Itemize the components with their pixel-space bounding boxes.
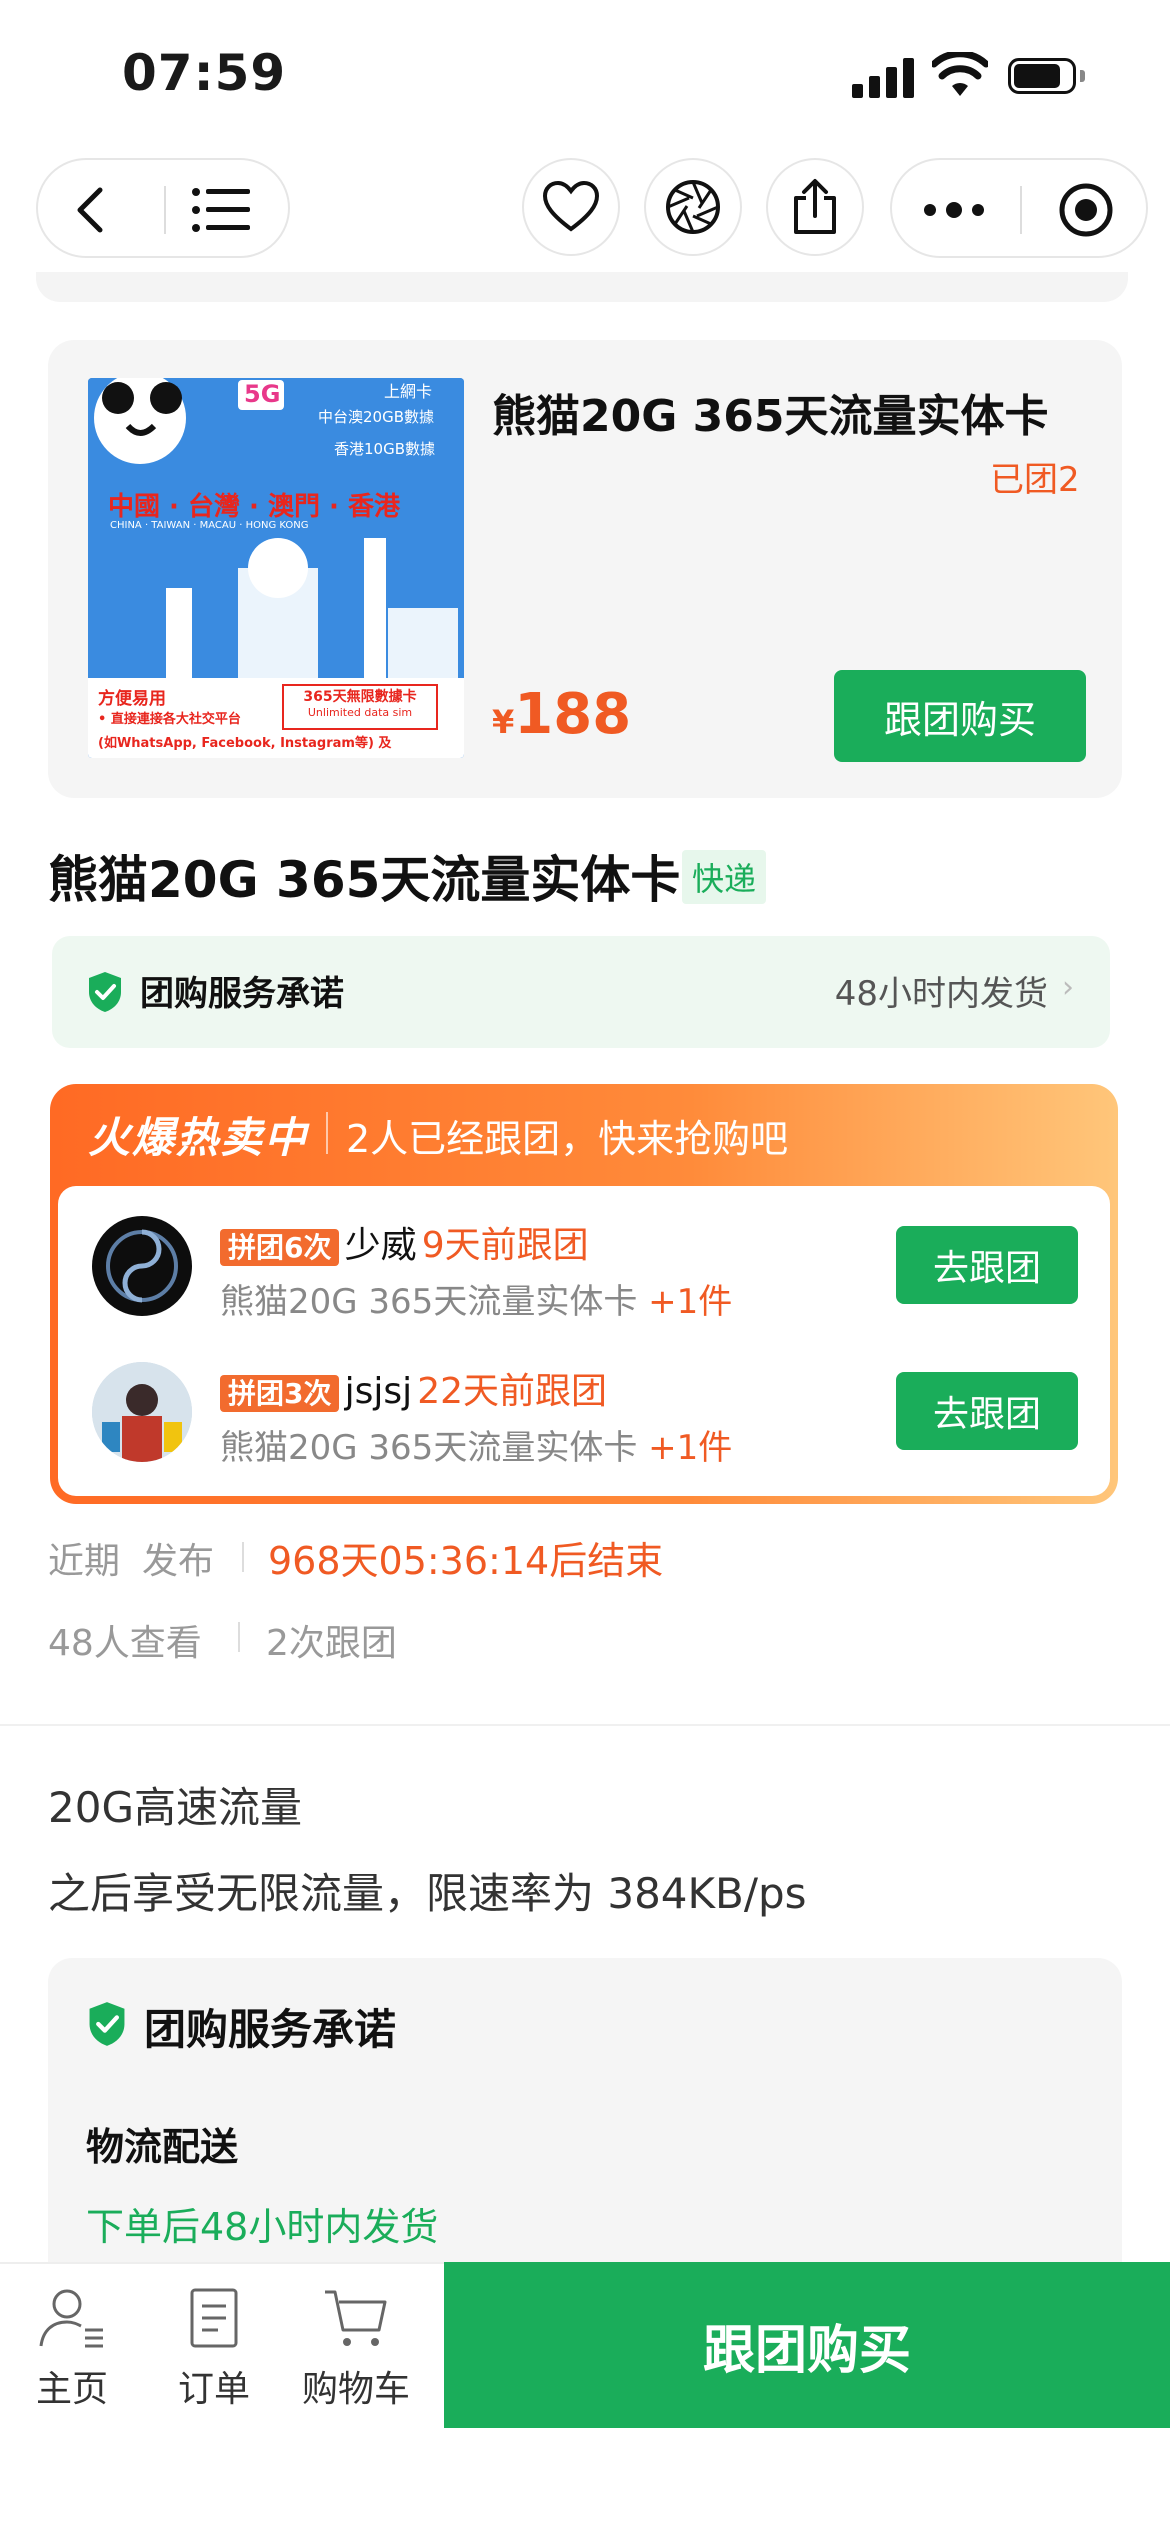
join-group-button[interactable]: 去跟团 <box>896 1372 1078 1450</box>
sim-line1: 中台澳20GB數據 <box>318 408 435 426</box>
group-count-badge: 拼团3次 <box>220 1375 340 1412</box>
sim-bullet2: (如WhatsApp, Facebook, Instagram等) 及 <box>98 736 392 751</box>
sim-line2: 香港10GB數據 <box>334 440 436 458</box>
ship-note: 下单后48小时内发货 <box>86 2205 439 2249</box>
sim-5g-badge: 5G <box>244 380 281 408</box>
shield-check-icon <box>89 2002 125 2046</box>
join-time: 22天前跟团 <box>417 1371 608 1412</box>
sim-box: 365天無限數據卡 Unlimited data sim <box>282 684 438 730</box>
meta-recent: 近期 <box>48 1541 121 1582</box>
sim-box-line2: Unlimited data sim <box>307 706 413 719</box>
hot-subtitle: 2人已经跟团，快来抢购吧 <box>346 1117 789 1161</box>
cart-icon <box>325 2290 387 2346</box>
hot-divider <box>326 1112 328 1154</box>
service-right-text: 48小时内发货 <box>834 974 1048 1014</box>
battery-icon <box>1008 58 1088 96</box>
item-qty: +1件 <box>648 1282 733 1322</box>
menu-list-button[interactable] <box>190 184 260 236</box>
joined-count: 已团2 <box>990 460 1080 500</box>
item-qty: +1件 <box>648 1428 733 1468</box>
entry-2-line1: 拼团3次 jsjsj 22天前跟团 <box>220 1362 607 1414</box>
buy-button[interactable]: 跟团购买 <box>444 2262 1170 2428</box>
tab-cart-label: 购物车 <box>301 2369 410 2410</box>
top-strip <box>36 272 1128 302</box>
nav-left-pill <box>36 158 290 258</box>
more-button[interactable] <box>922 186 994 234</box>
share-button[interactable] <box>766 158 864 256</box>
shield-check-icon <box>89 972 121 1012</box>
sim-regions-en: CHINA · TAIWAN · MACAU · HONG KONG <box>110 520 309 531</box>
join-time: 9天前跟团 <box>421 1225 589 1266</box>
wifi-icon <box>932 52 988 96</box>
pill-divider <box>164 186 166 234</box>
status-time: 07:59 <box>122 44 287 102</box>
item-name: 熊猫20G 365天流量实体卡 <box>220 1428 638 1468</box>
tab-home-label: 主页 <box>35 2369 108 2410</box>
user-name: jsjsj <box>344 1371 413 1412</box>
aperture-button[interactable] <box>644 158 742 256</box>
home-user-icon <box>39 2289 103 2348</box>
more-dots-icon <box>924 202 984 218</box>
promise-title: 团购服务承诺 <box>144 2005 397 2054</box>
aperture-icon <box>666 180 720 234</box>
hot-title: 火爆热卖中 <box>88 1113 309 1162</box>
chevron-left-icon <box>77 187 103 233</box>
meta-publish: 发布 <box>142 1541 215 1582</box>
signal-icon <box>852 56 916 98</box>
chevron-right-icon: › <box>1062 970 1074 1005</box>
tab-orders[interactable]: 订单 <box>154 2286 274 2412</box>
item-name: 熊猫20G 365天流量实体卡 <box>220 1282 638 1322</box>
entry-2-item: 熊猫20G 365天流量实体卡 +1件 <box>220 1420 732 1469</box>
section-divider <box>0 1724 1170 1726</box>
sim-bullet: • 直接連接各大社交平台 <box>98 712 241 727</box>
favorite-button[interactable] <box>522 158 620 256</box>
service-promise-strip[interactable]: 团购服务承诺 48小时内发货 › <box>52 936 1110 1048</box>
order-icon <box>190 2288 238 2348</box>
share-icon <box>794 179 836 234</box>
avatar[interactable] <box>92 1216 192 1316</box>
target-icon <box>1059 183 1113 237</box>
join-count: 2次跟团 <box>266 1623 397 1664</box>
capsule-divider <box>1020 186 1022 234</box>
list-icon <box>192 188 250 232</box>
express-tag: 快递 <box>682 850 767 904</box>
entry-1-item: 熊猫20G 365天流量实体卡 +1件 <box>220 1274 732 1323</box>
entry-1-line1: 拼团6次 少威 9天前跟团 <box>220 1216 589 1268</box>
heart-icon <box>542 181 600 232</box>
sim-box-line1: 365天無限數據卡 <box>303 689 417 705</box>
capsule-menu <box>890 158 1148 258</box>
sim-easy: 方便易用 <box>98 689 166 709</box>
view-count: 48人查看 <box>48 1623 202 1664</box>
desc-line1: 20G高速流量 <box>48 1783 302 1832</box>
price-currency: ¥ <box>492 703 515 741</box>
tab-home[interactable]: 主页 <box>12 2286 132 2412</box>
card-title: 熊猫20G 365天流量实体卡 <box>492 391 1049 442</box>
card-buy-button[interactable]: 跟团购买 <box>834 670 1086 762</box>
join-group-button[interactable]: 去跟团 <box>896 1226 1078 1304</box>
user-name: 少威 <box>344 1225 417 1266</box>
service-label: 团购服务承诺 <box>140 974 344 1014</box>
group-count-badge: 拼团6次 <box>220 1229 340 1266</box>
close-miniprogram-button[interactable] <box>1056 180 1116 240</box>
meta-separator <box>242 1542 244 1572</box>
product-image[interactable]: 5G 上網卡 中台澳20GB數據 香港10GB數據 中國 · 台灣 · 澳門 ·… <box>88 378 464 758</box>
countdown: 968天05:36:14后结束 <box>268 1539 664 1583</box>
price-value: 188 <box>514 682 632 747</box>
price: ¥188 <box>492 682 631 747</box>
desc-line2: 之后享受无限流量，限速率为 384KB/ps <box>48 1869 807 1918</box>
tab-orders-label: 订单 <box>177 2369 250 2410</box>
sim-top-tag: 上網卡 <box>384 382 433 401</box>
sim-regions: 中國 · 台灣 · 澳門 · 香港 <box>108 492 400 522</box>
meta-separator <box>238 1622 240 1652</box>
page-title: 熊猫20G 365天流量实体卡 <box>48 851 681 909</box>
back-button[interactable] <box>68 182 132 238</box>
logistics-label: 物流配送 <box>86 2125 239 2169</box>
avatar[interactable] <box>92 1362 192 1462</box>
tab-cart[interactable]: 购物车 <box>296 2286 416 2412</box>
